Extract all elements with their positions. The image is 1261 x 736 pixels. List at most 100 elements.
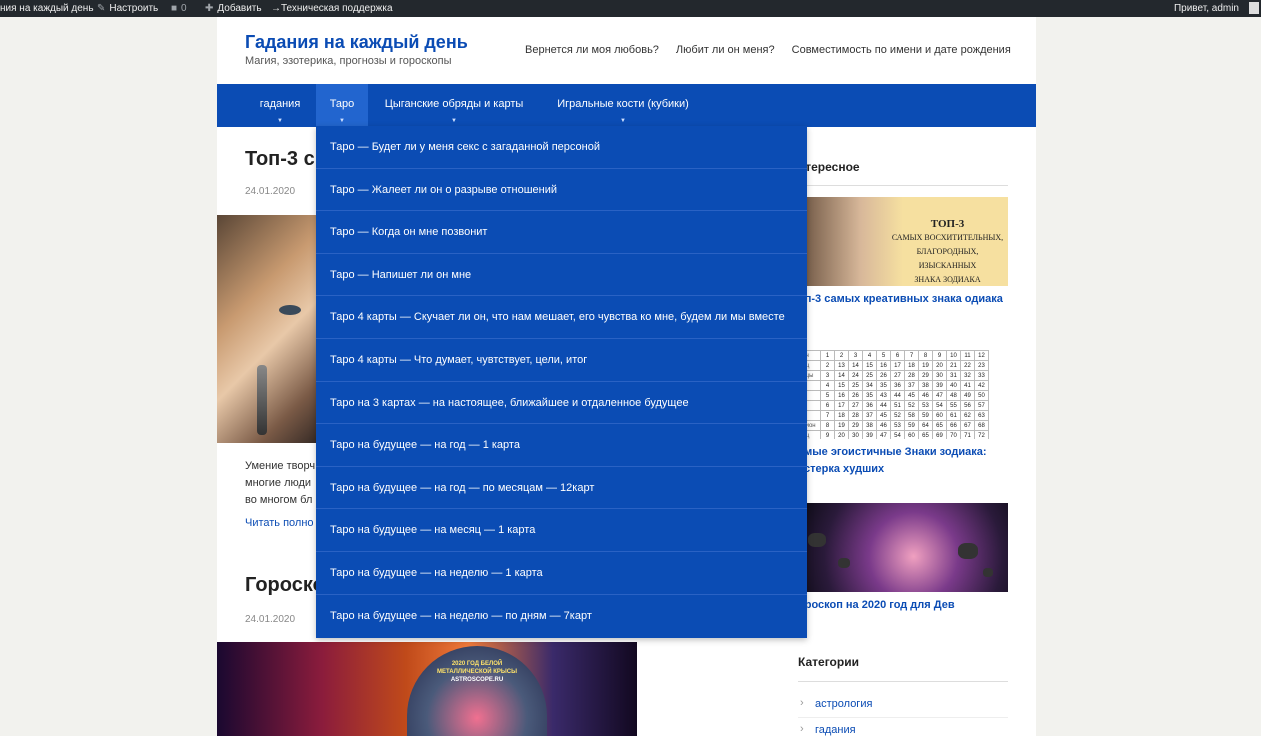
table-cell: 35 (876, 380, 891, 391)
table-row: лец21314151617181920212223 (798, 360, 989, 371)
submenu-item[interactable]: Таро на будущее — на месяц — 1 карта (316, 509, 807, 552)
table-cell: 26 (876, 370, 891, 381)
table-cell: 60 (932, 410, 947, 421)
table-cell: 61 (946, 410, 961, 421)
category-link-astrology[interactable]: астрология (798, 697, 1008, 710)
site-title[interactable]: Гадания на каждый день (245, 32, 468, 53)
table-cell: 53 (918, 400, 933, 411)
widget-thumbnail[interactable] (798, 503, 1008, 592)
table-cell: 5 (876, 350, 891, 361)
nav-item-label: Игральные кости (кубики) (557, 98, 689, 110)
table-cell: 2 (834, 350, 849, 361)
admin-support-label: →Техническая поддержка (271, 3, 393, 14)
avatar[interactable] (1249, 2, 1259, 14)
read-more-link[interactable]: Читать полно (245, 517, 314, 529)
widget-post-link[interactable]: оп-3 самых креативных знака одиака (798, 291, 1008, 308)
table-cell: 59 (918, 410, 933, 421)
table-row: вен123456789101112 (798, 350, 989, 361)
chevron-down-icon: ▼ (451, 118, 457, 124)
table-cell: 11 (960, 350, 975, 361)
post-title[interactable]: Гороско (245, 574, 325, 597)
admin-site-name: ния на каждый день (0, 3, 94, 14)
category-link-gadaniya[interactable]: гадания (798, 723, 1008, 736)
submenu-item[interactable]: Таро — Жалеет ли он о разрыве отношений (316, 169, 807, 212)
brush-icon: ✎ (97, 3, 106, 14)
post-title[interactable]: Топ-3 с (245, 148, 315, 171)
admin-comments-link[interactable]: ■ 0 (171, 0, 187, 17)
admin-add-new-link[interactable]: ✚ Добавить (205, 0, 262, 17)
widget-post-link[interactable]: ороскоп на 2020 год для Дев (798, 597, 1008, 614)
table-cell: 7 (904, 350, 919, 361)
chevron-down-icon: ▼ (339, 118, 345, 124)
table-cell: 30 (932, 370, 947, 381)
top-link-love-return[interactable]: Вернется ли моя любовь? (525, 44, 659, 56)
table-cell: 13 (834, 360, 849, 371)
admin-comments-count: 0 (181, 3, 187, 14)
top-link-loves-me[interactable]: Любит ли он меня? (676, 44, 775, 56)
admin-greeting[interactable]: Привет, admin (1174, 0, 1239, 17)
admin-support-link[interactable]: →Техническая поддержка (271, 0, 393, 17)
table-cell: 25 (862, 370, 877, 381)
thumbnail-detail (808, 533, 826, 547)
admin-site-name-link[interactable]: ния на каждый день (0, 0, 94, 17)
nav-item-gadaniya[interactable]: гадания ▼ (245, 84, 315, 127)
caption-line: МЕТАЛЛИЧЕСКОЙ КРЫСЫ (436, 669, 518, 675)
table-cell: 14 (834, 370, 849, 381)
submenu-item[interactable]: Таро на будущее — на неделю — по дням — … (316, 595, 807, 638)
top-link-compatibility[interactable]: Совместимость по имени и дате рождения (792, 44, 1011, 56)
widget-heading-interesting: нтересное (798, 160, 860, 174)
table-cell: 36 (890, 380, 905, 391)
table-cell: 28 (904, 370, 919, 381)
table-cell: 53 (890, 420, 905, 431)
table-cell: 1 (820, 350, 835, 361)
taro-submenu: Таро — Будет ли у меня секс с загаданной… (316, 126, 807, 638)
table-cell: 34 (862, 380, 877, 391)
table-cell: 20 (834, 430, 849, 439)
thumbnail-caption: 2020 ГОД БЕЛОЙ МЕТАЛЛИЧЕСКОЙ КРЫСЫ ASTRO… (417, 660, 537, 684)
table-cell: 65 (932, 420, 947, 431)
submenu-item[interactable]: Таро на будущее — на год — по месяцам — … (316, 467, 807, 510)
table-cell: 15 (862, 360, 877, 371)
nav-item-taro[interactable]: Таро ▼ (316, 84, 368, 127)
site-description: Магия, эзотерика, прогнозы и гороскопы (245, 55, 452, 67)
table-cell: 56 (960, 400, 975, 411)
submenu-item[interactable]: Таро на будущее — на год — 1 карта (316, 424, 807, 467)
submenu-item[interactable]: Таро 4 карты — Скучает ли он, что нам ме… (316, 296, 807, 339)
admin-greeting-label: Привет, admin (1173, 3, 1239, 14)
submenu-item[interactable]: Таро на 3 картах — на настоящее, ближайш… (316, 382, 807, 425)
thumbnail-caption: ТОП-3 САМЫХ ВОСХИТИТЕЛЬНЫХ, БЛАГОРОДНЫХ,… (890, 217, 1005, 286)
admin-customize-link[interactable]: ✎ Настроить (97, 0, 158, 17)
table-cell: 57 (974, 400, 989, 411)
table-cell: 25 (848, 380, 863, 391)
post-date: 24.01.2020 (245, 186, 296, 197)
table-cell: 54 (890, 430, 905, 439)
submenu-item[interactable]: Таро на будущее — на неделю — 1 карта (316, 552, 807, 595)
submenu-item[interactable]: Таро — Будет ли у меня секс с загаданной… (316, 126, 807, 169)
widget-thumbnail[interactable]: ТОП-3 САМЫХ ВОСХИТИТЕЛЬНЫХ, БЛАГОРОДНЫХ,… (798, 197, 1008, 286)
submenu-item[interactable]: Таро — Когда он мне позвонит (316, 211, 807, 254)
table-cell: 9 (932, 350, 947, 361)
table-cell: 16 (876, 360, 891, 371)
table-cell: 7 (820, 410, 835, 421)
widget-post-link[interactable]: амые эгоистичные Знаки зодиака: естерка … (798, 444, 1008, 478)
table-cell: 33 (974, 370, 989, 381)
nav-item-label: гадания (259, 98, 301, 110)
widget-thumbnail[interactable]: вен123456789101112лец2131415161718192021… (798, 350, 1008, 439)
table-cell: 15 (834, 380, 849, 391)
table-cell: 38 (918, 380, 933, 391)
table-cell: 29 (918, 370, 933, 381)
table-cell: 27 (890, 370, 905, 381)
table-cell: 4 (862, 350, 877, 361)
submenu-item[interactable]: Таро 4 карты — Что думает, чувтствует, ц… (316, 339, 807, 382)
table-cell: 18 (904, 360, 919, 371)
table-cell: 4 (820, 380, 835, 391)
nav-item-dice[interactable]: Игральные кости (кубики) ▼ (545, 84, 701, 127)
table-cell: 8 (918, 350, 933, 361)
submenu-item[interactable]: Таро — Напишет ли он мне (316, 254, 807, 297)
post-thumbnail[interactable]: 2020 ГОД БЕЛОЙ МЕТАЛЛИЧЕСКОЙ КРЫСЫ ASTRO… (217, 642, 637, 736)
top-links: Вернется ли моя любовь? Любит ли он меня… (525, 44, 1011, 56)
nav-item-gypsy[interactable]: Цыганские обряды и карты ▼ (373, 84, 535, 127)
post-thumbnail[interactable] (217, 215, 327, 443)
table-cell: 63 (974, 410, 989, 421)
table-cell: 21 (946, 360, 961, 371)
